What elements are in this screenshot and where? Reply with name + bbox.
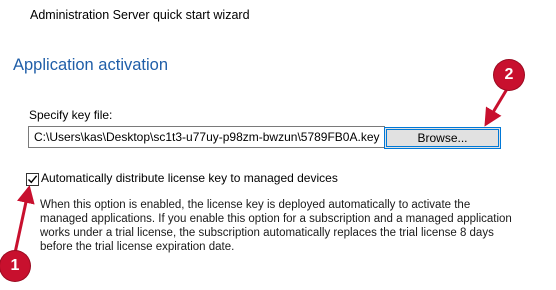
browse-button[interactable]: Browse... [384, 127, 501, 149]
wizard-title: Administration Server quick start wizard [30, 8, 250, 22]
checkmark-icon [28, 175, 38, 184]
callout-arrow-1 [13, 185, 35, 254]
callout-badge-2: 2 [494, 60, 524, 90]
page-title: Application activation [13, 56, 169, 74]
auto-distribute-label[interactable]: Automatically distribute license key to … [41, 171, 338, 185]
key-file-path-input[interactable]: C:\Users\kas\Desktop\sc1t3-u77uy-p98zm-b… [28, 126, 385, 148]
callout-badge-1: 1 [0, 251, 30, 281]
auto-distribute-checkbox[interactable] [26, 173, 39, 186]
auto-distribute-help-text: When this option is enabled, the license… [40, 199, 512, 253]
callout-arrow-2 [484, 88, 509, 127]
key-file-label: Specify key file: [29, 108, 113, 122]
